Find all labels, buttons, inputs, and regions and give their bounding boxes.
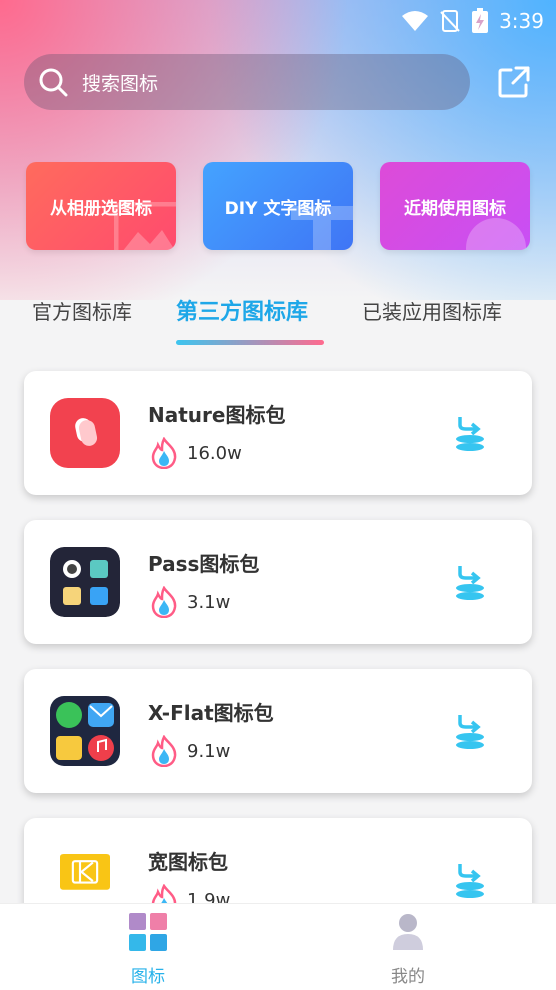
tab-installed-apps[interactable]: 已装应用图标库 <box>362 296 502 325</box>
pack-card-nature[interactable]: Nature图标包 16.0w <box>24 371 532 495</box>
pack-name: Pass图标包 <box>148 552 260 576</box>
wifi-icon <box>401 10 429 32</box>
recent-icons-button[interactable]: 近期使用图标 <box>380 162 530 250</box>
wide-pack-icon <box>60 854 110 890</box>
download-icon[interactable] <box>454 564 486 600</box>
download-count: 9.1w <box>187 741 231 762</box>
nav-mine-label: 我的 <box>391 967 425 987</box>
search-row: 搜索图标 <box>24 54 534 110</box>
xflat-pack-icon <box>50 696 120 766</box>
quick-actions: 从相册选图标 DIY 文字图标 近期使用图标 <box>26 162 530 250</box>
download-count: 3.1w <box>187 592 231 613</box>
nav-icons-label: 图标 <box>131 967 165 987</box>
download-count: 16.0w <box>187 443 242 464</box>
bottom-navigation: 图标 我的 <box>0 903 556 990</box>
status-bar: 3:39 <box>0 0 556 42</box>
library-tabs: 官方图标库 第三方图标库 已装应用图标库 <box>0 288 556 348</box>
nature-pack-icon <box>50 398 120 468</box>
active-tab-indicator <box>176 340 324 345</box>
nav-mine[interactable]: 我的 <box>368 912 448 987</box>
grid-icon <box>129 913 167 951</box>
nav-icons[interactable]: 图标 <box>108 912 188 987</box>
search-icon <box>39 68 68 97</box>
tab-official[interactable]: 官方图标库 <box>32 296 132 325</box>
album-icon-button[interactable]: 从相册选图标 <box>26 162 176 250</box>
battery-charging-icon <box>471 8 489 34</box>
pack-name: Nature图标包 <box>148 403 286 427</box>
pack-name: 宽图标包 <box>148 850 228 874</box>
tab-third-party[interactable]: 第三方图标库 <box>176 294 308 326</box>
fire-icon <box>151 437 177 469</box>
search-placeholder: 搜索图标 <box>82 72 159 95</box>
download-icon[interactable] <box>454 862 486 898</box>
fire-icon <box>151 586 177 618</box>
no-signal-icon <box>439 9 461 33</box>
user-icon <box>393 914 423 950</box>
export-icon[interactable] <box>496 64 532 100</box>
download-icon[interactable] <box>454 415 486 451</box>
download-icon[interactable] <box>454 713 486 749</box>
diy-text-icon-button[interactable]: DIY 文字图标 <box>203 162 353 250</box>
pack-card-pass[interactable]: Pass图标包 3.1w <box>24 520 532 644</box>
pass-pack-icon <box>50 547 120 617</box>
search-input[interactable]: 搜索图标 <box>24 54 470 110</box>
pack-name: X-Flat图标包 <box>148 701 274 725</box>
fire-icon <box>151 735 177 767</box>
pack-card-xflat[interactable]: X-Flat图标包 9.1w <box>24 669 532 793</box>
status-time: 3:39 <box>499 9 544 33</box>
header-background <box>0 0 556 300</box>
